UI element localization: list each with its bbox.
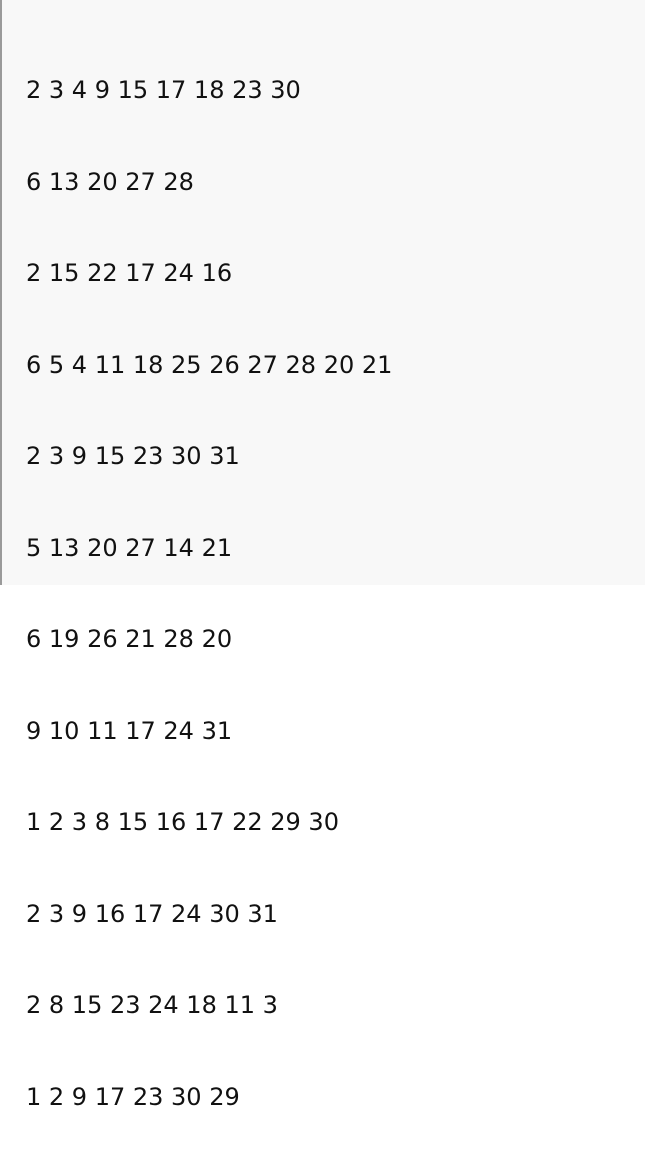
output-line: 2 3 9 16 17 24 30 31 <box>26 899 278 928</box>
output-line: 2 15 22 17 24 16 <box>26 259 233 287</box>
output-text-area: 2 3 4 9 15 17 18 23 30 6 13 20 27 28 2 1… <box>26 14 392 1170</box>
output-line: 6 13 20 27 28 <box>26 167 194 196</box>
output-line: 6 5 4 11 18 25 26 27 28 20 21 <box>26 350 393 379</box>
output-line: 2 3 9 15 23 30 31 <box>26 442 240 470</box>
output-line: 2 8 15 23 24 18 11 3 <box>26 991 278 1019</box>
output-line: 5 13 20 27 14 21 <box>26 533 233 562</box>
output-line: 6 19 26 21 28 20 <box>26 625 233 653</box>
output-line: 2 3 4 9 15 17 18 23 30 <box>26 76 301 104</box>
output-line: 1 2 9 17 23 30 29 <box>26 1082 240 1111</box>
output-line: 1 2 3 8 15 16 17 22 29 30 <box>26 808 339 836</box>
console-window: 2 3 4 9 15 17 18 23 30 6 13 20 27 28 2 1… <box>0 0 645 1111</box>
output-line: 9 10 11 17 24 31 <box>26 716 233 745</box>
